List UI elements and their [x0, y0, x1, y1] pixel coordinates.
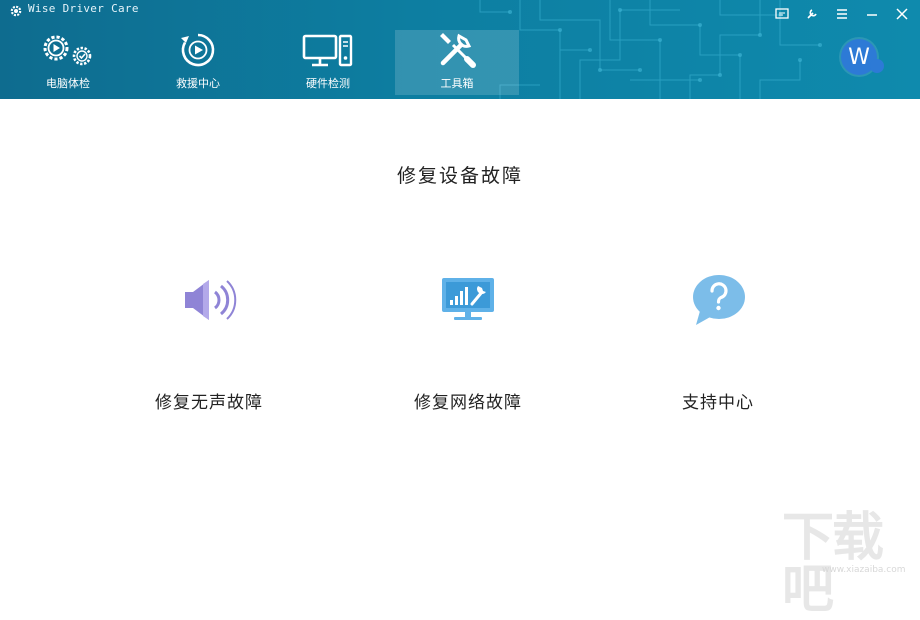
tab-label: 硬件检测: [306, 77, 350, 90]
tab-rescue-center[interactable]: 救援中心: [136, 30, 260, 95]
repair-icon[interactable]: [800, 4, 824, 24]
header-bar: Wise Driver Care 电脑体检 救援中心 硬件检测 工具箱 W: [0, 0, 920, 99]
tab-label: 救援中心: [176, 77, 220, 90]
avatar-letter: W: [848, 44, 870, 70]
message-icon[interactable]: [770, 4, 794, 24]
minimize-icon[interactable]: [860, 4, 884, 24]
speaker-icon: [99, 268, 319, 332]
recovery-play-icon: [178, 30, 218, 68]
computer-tower-icon: [302, 30, 354, 68]
tab-label: 工具箱: [440, 77, 474, 90]
window-controls: [770, 4, 914, 24]
tab-hardware-check[interactable]: 硬件检测: [266, 30, 390, 95]
tab-toolbox[interactable]: 工具箱: [395, 30, 519, 95]
watermark-url: www.xiazaiba.com: [822, 565, 906, 575]
menu-icon[interactable]: [830, 4, 854, 24]
question-bubble-icon: [608, 268, 828, 332]
close-icon[interactable]: [890, 4, 914, 24]
fix-network-tool[interactable]: 修复网络故障: [358, 268, 578, 413]
monitor-network-icon: [358, 268, 578, 332]
tool-label: 修复网络故障: [414, 393, 522, 413]
watermark-logo: 下载吧: [782, 508, 884, 620]
page-title: 修复设备故障: [396, 165, 523, 187]
tab-label: 电脑体检: [46, 77, 90, 90]
fix-no-sound-tool[interactable]: 修复无声故障: [99, 268, 319, 413]
app-logo-gear-icon: [10, 5, 22, 17]
avatar-status-dot: [870, 59, 884, 73]
tab-pc-checkup[interactable]: 电脑体检: [6, 30, 130, 95]
tool-label: 修复无声故障: [155, 393, 263, 413]
wrench-screwdriver-icon: [437, 30, 477, 68]
support-center-tool[interactable]: 支持中心: [608, 268, 828, 413]
app-title: Wise Driver Care: [28, 2, 139, 15]
tool-label: 支持中心: [682, 393, 754, 413]
gears-play-icon: [40, 30, 96, 68]
